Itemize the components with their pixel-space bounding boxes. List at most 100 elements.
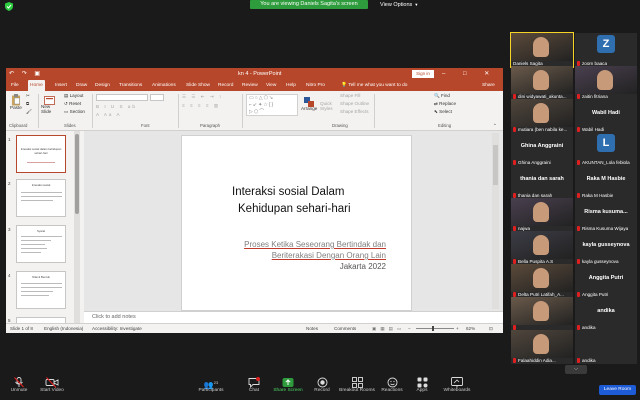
font-name-select[interactable]	[96, 94, 148, 101]
participant-tile[interactable]: Zzoom baaca	[575, 33, 637, 67]
notes-toggle[interactable]: Notes	[306, 324, 318, 333]
current-slide[interactable]: Interaksi sosial Dalam Kehidupan sehari-…	[181, 135, 412, 311]
tab-design[interactable]: Design	[93, 80, 112, 91]
layout-button[interactable]: ▤ Layout	[64, 93, 83, 99]
zoom-slider[interactable]	[416, 328, 454, 329]
font-format-buttons[interactable]: B I U S ab	[96, 104, 137, 110]
participant-tile[interactable]: Delta Putri Latifah_A...	[511, 264, 573, 298]
chat-button[interactable]: Chat	[244, 377, 264, 393]
leave-room-button[interactable]: Leave Room	[599, 385, 636, 395]
slide-thumbnail[interactable]: Syarat	[16, 225, 66, 263]
participant-tile[interactable]: Bella Puspita A.S	[511, 231, 573, 265]
participant-tile[interactable]: Falaahiddin Adia...	[511, 330, 573, 364]
tell-me-search[interactable]: 💡 Tell me what you want to do	[341, 80, 407, 91]
tab-draw[interactable]: Draw	[74, 80, 89, 91]
scrollbar-thumb[interactable]	[493, 145, 498, 185]
arrange-button[interactable]: Arrange	[301, 106, 317, 112]
select-button[interactable]: ⬉ Select	[434, 109, 452, 115]
copy-icon[interactable]: ⧉	[26, 101, 29, 107]
thumbnail-scrollbar[interactable]	[74, 131, 80, 323]
participant-tile[interactable]: Risma kusuma... Risma Kusuma Wijaya	[575, 198, 637, 232]
participant-tile[interactable]: andika andika	[575, 297, 637, 331]
participant-tile[interactable]: Anggita Putri Anggita Putri	[575, 264, 637, 298]
section-button[interactable]: ▭ Section	[64, 109, 85, 115]
tab-slide-show[interactable]: Slide Show	[184, 80, 212, 91]
breakout-rooms-button[interactable]: Breakout Rooms	[338, 377, 376, 393]
participant-tile[interactable]: Wabil Hadi Wabil Hadi	[575, 99, 637, 133]
shape-effects-button[interactable]: Shape Effects	[340, 109, 369, 115]
shape-fill-button[interactable]: Shape Fill	[340, 93, 360, 99]
tab-transitions[interactable]: Transitions	[117, 80, 144, 91]
tab-help[interactable]: Help	[284, 80, 298, 91]
participant-tile[interactable]: zaitin fitriana	[575, 66, 637, 100]
sign-in-button[interactable]: Sign in	[412, 70, 434, 78]
view-buttons[interactable]: ▣▦▤▭	[372, 324, 405, 333]
share-button[interactable]: Share	[482, 80, 495, 91]
font-color-buttons[interactable]: A Aa A	[96, 112, 122, 118]
slide-title[interactable]: Interaksi sosial Dalam Kehidupan sehari-…	[232, 184, 382, 218]
record-button[interactable]: Record	[312, 377, 332, 393]
zoom-out-icon[interactable]: −	[408, 324, 411, 333]
shape-outline-button[interactable]: Shape Outline	[340, 101, 369, 107]
paste-icon[interactable]	[11, 93, 21, 106]
format-painter-icon[interactable]: 🖌	[26, 109, 32, 115]
participant-tile[interactable]: andika	[575, 330, 637, 364]
share-screen-button[interactable]: Share Screen	[272, 377, 304, 393]
tab-view[interactable]: View	[264, 80, 278, 91]
participant-tile[interactable]: najwa	[511, 198, 573, 232]
shapes-gallery[interactable]: ▭○△⬠↘ ⌐↙✦☆{} ▷⬡⌒	[246, 94, 298, 116]
slide-thumbnail[interactable]: Nilai & Bentuk	[16, 271, 66, 309]
paste-button[interactable]: Paste	[10, 105, 22, 111]
apps-button[interactable]: Apps	[414, 377, 430, 393]
tab-record[interactable]: Record	[216, 80, 235, 91]
slide-scrollbar[interactable]	[492, 133, 499, 309]
tab-animations[interactable]: Animations	[150, 80, 178, 91]
participant-tile[interactable]: Ghina Anggraini Ghina Anggraini	[511, 132, 573, 166]
slide-thumbnail[interactable]: Interaksi sosial dalam kehidupan sehari-…	[16, 135, 66, 173]
participants-button[interactable]: 👥23 Participants	[196, 377, 226, 393]
slide-subtitle[interactable]: Proses Ketika Seseorang Bertindak dan Be…	[216, 239, 386, 272]
fit-slide-icon[interactable]: ⊡	[489, 324, 493, 333]
tab-review[interactable]: Review	[240, 80, 260, 91]
participant-tile[interactable]: L AKUNTAN_Lola febiola	[575, 132, 637, 166]
tab-home[interactable]: Home	[28, 80, 45, 91]
shield-icon[interactable]	[5, 2, 13, 11]
new-slide-button[interactable]: New Slide	[41, 104, 57, 114]
whiteboards-button[interactable]: Whiteboards	[440, 377, 474, 393]
zoom-in-icon[interactable]: +	[456, 324, 459, 333]
reactions-button[interactable]: Reactions	[380, 377, 404, 393]
zoom-level[interactable]: 62%	[466, 324, 475, 333]
font-size-select[interactable]	[150, 94, 164, 101]
tab-file[interactable]: File	[9, 80, 21, 91]
find-button[interactable]: 🔍 Find	[434, 93, 450, 99]
participant-tile[interactable]: thania dan sarah thania dan sarah	[511, 165, 573, 199]
scrollbar-thumb[interactable]	[75, 134, 79, 214]
alignment-buttons[interactable]: ≡ ≡ ≡ ≡ ▥	[182, 103, 220, 109]
bullets-buttons[interactable]: ☰ ☰ ⇤ ⇥ ↕	[182, 94, 223, 100]
start-video-button[interactable]: Start Video	[36, 377, 68, 393]
participant-tile[interactable]: mutiara (ben nabila ke...	[511, 99, 573, 133]
notes-pane[interactable]: Click to add notes	[84, 311, 503, 323]
participant-tile[interactable]: Raka M Hasbie Raka M Hasbie	[575, 165, 637, 199]
participant-tile[interactable]: kayla gusseynova kayla gusseynova	[575, 231, 637, 265]
arrange-icon[interactable]	[304, 94, 314, 107]
participant-tile[interactable]: Daniels Sagita	[510, 32, 574, 68]
language-indicator[interactable]: English (Indonesia)	[44, 324, 83, 333]
cut-icon[interactable]: ✂	[26, 93, 30, 99]
quick-styles-button[interactable]: Quick Styles	[320, 101, 336, 111]
quick-access-toolbar[interactable]: ↶ ↷ ▣	[9, 68, 43, 80]
collapse-ribbon-icon[interactable]: ⌃	[493, 123, 497, 129]
reset-button[interactable]: ↺ Reset	[64, 101, 81, 107]
participant-tile[interactable]	[511, 297, 573, 331]
participant-tile[interactable]: dini widyawati_akunta...	[511, 66, 573, 100]
tab-insert[interactable]: Insert	[53, 80, 69, 91]
accessibility-checker[interactable]: Accessibility: Investigate	[92, 324, 142, 333]
window-controls[interactable]: – □ ✕	[442, 68, 497, 80]
unmute-button[interactable]: Unmute	[6, 377, 32, 393]
view-options-button[interactable]: View Options ▼	[380, 0, 418, 9]
gallery-scroll-down-button[interactable]: ⌵	[565, 365, 587, 374]
tab-nitro-pro[interactable]: Nitro Pro	[304, 80, 327, 91]
zoom-slider-thumb[interactable]	[432, 326, 434, 331]
replace-button[interactable]: ⇄ Replace	[434, 101, 456, 107]
comments-toggle[interactable]: Comments	[334, 324, 356, 333]
